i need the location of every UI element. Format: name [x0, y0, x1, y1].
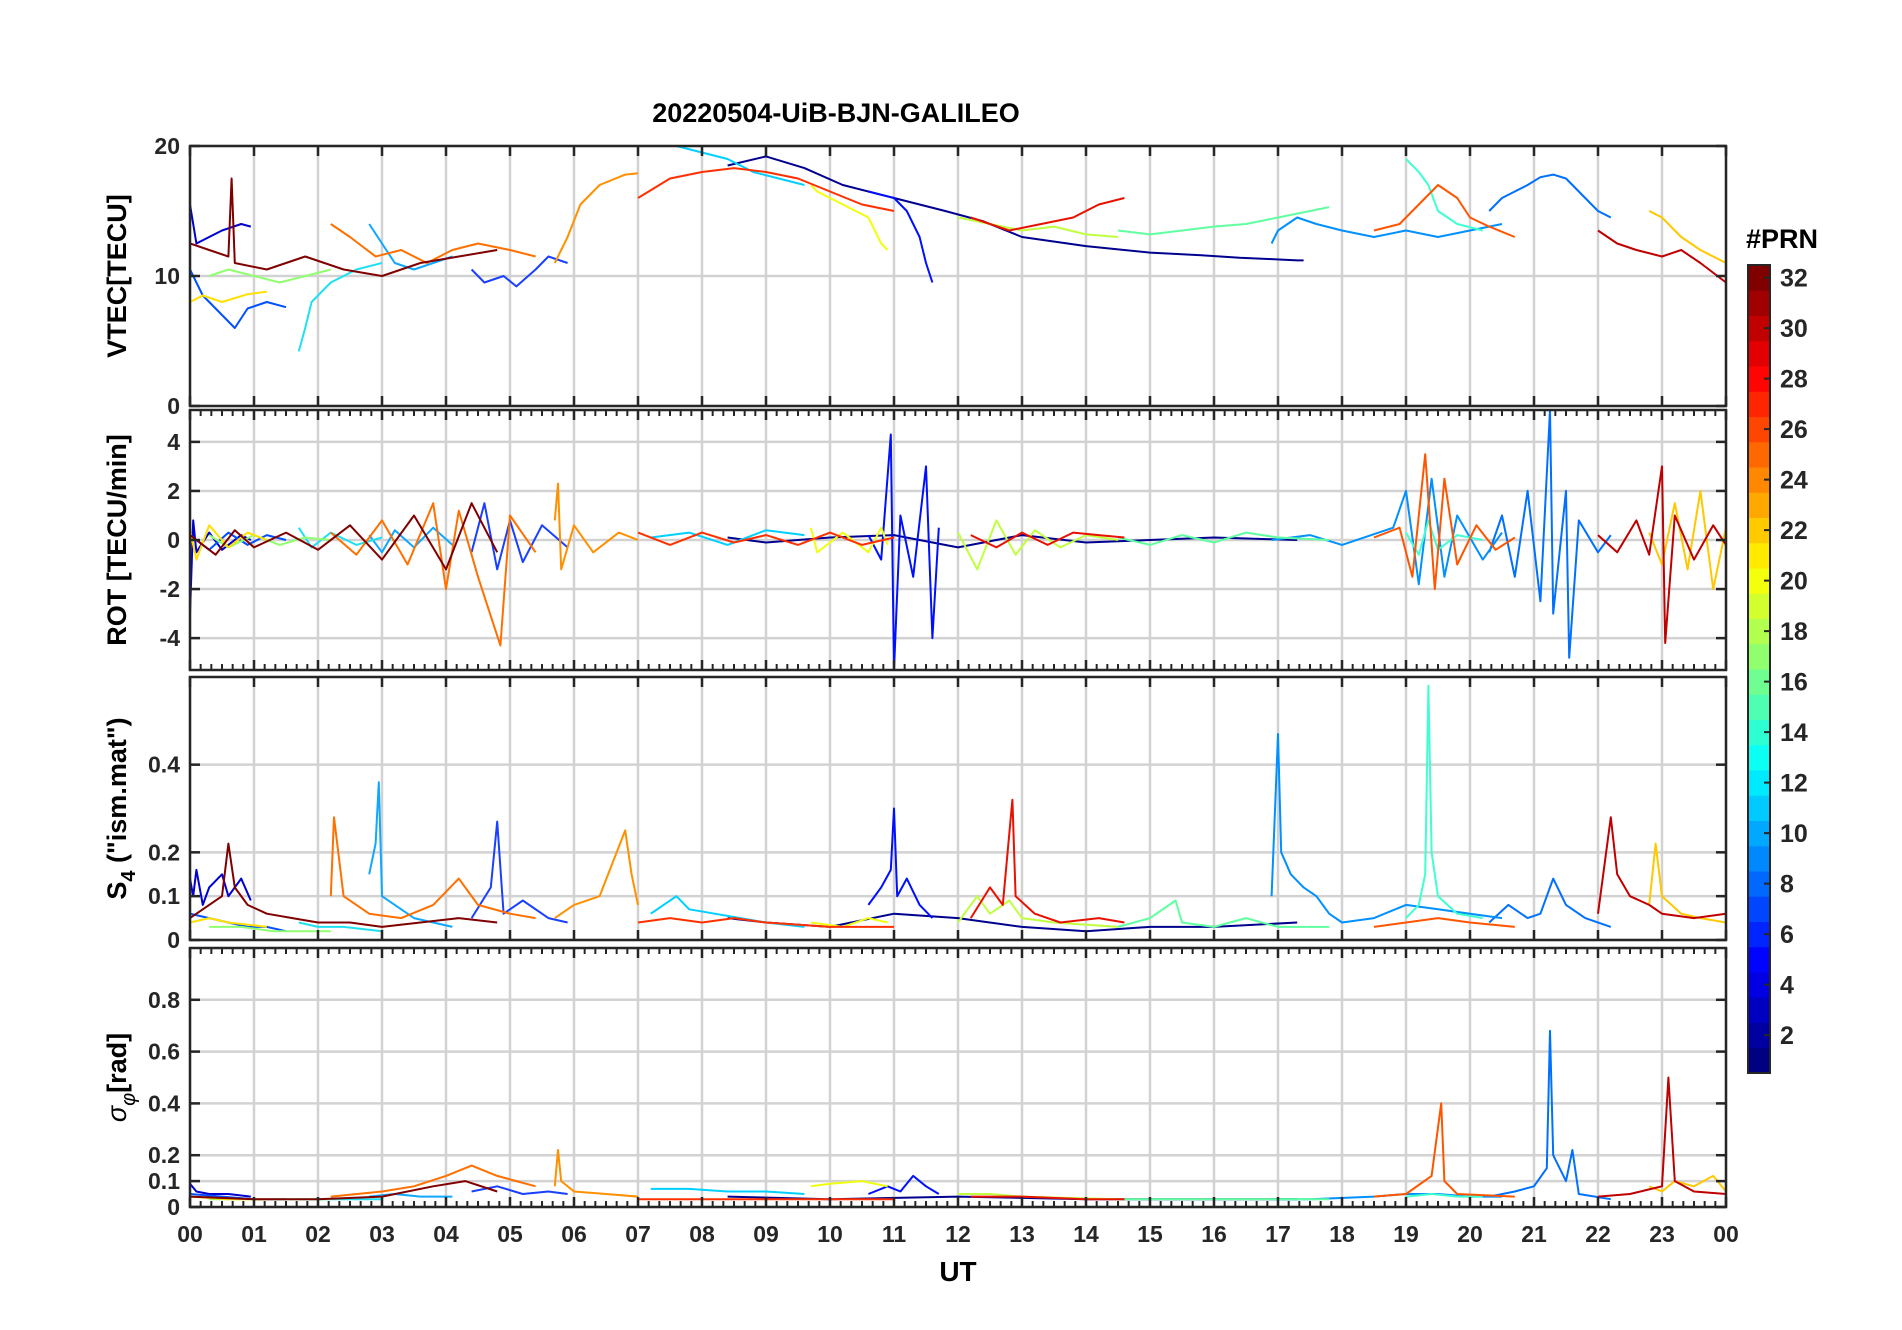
- panel-vtec: 0 10 20 VTEC[TECU]: [102, 133, 1728, 419]
- y-axis-label-rest: [rad]: [102, 1033, 132, 1093]
- y-tick-label: 0.4: [148, 752, 180, 778]
- x-tick-label: 13: [1009, 1221, 1035, 1247]
- y-axis-label-main: S: [102, 882, 132, 900]
- colorbar-tick-label: 24: [1780, 467, 1808, 495]
- y-tick-label: 0.1: [148, 883, 180, 909]
- y-tick-label: 20: [154, 133, 180, 159]
- y-tick-label: 2: [167, 478, 180, 504]
- colorbar-tick-label: 14: [1780, 719, 1808, 747]
- x-tick-label: 05: [497, 1221, 523, 1247]
- colorbar-swatch: [1748, 997, 1770, 1023]
- colorbar-swatch: [1748, 795, 1770, 821]
- y-axis-label: ROT [TECU/min]: [102, 434, 132, 645]
- y-axis-label-sub: φ: [118, 1093, 140, 1106]
- panels: 01020VTEC[TECU]-4-2024ROT [TECU/min]00.1…: [102, 133, 1739, 1247]
- colorbar-label: #PRN: [1746, 224, 1818, 254]
- x-axis-label: UT: [939, 1256, 976, 1287]
- x-tick-label: 23: [1649, 1221, 1675, 1247]
- y-axis-label-rest: ("ism.mat"): [102, 717, 132, 870]
- colorbar-swatch: [1748, 1047, 1770, 1074]
- x-tick-label: 08: [689, 1221, 715, 1247]
- colorbar: 2468101214161820222426283032#PRN: [1746, 224, 1818, 1074]
- colorbar-tick-label: 20: [1780, 568, 1808, 596]
- colorbar-tick-label: 28: [1780, 366, 1808, 394]
- y-tick-label: 0.8: [148, 987, 180, 1013]
- y-tick-label: 0.1: [148, 1168, 180, 1194]
- x-tick-label: 17: [1265, 1221, 1291, 1247]
- colorbar-swatch: [1748, 694, 1770, 720]
- x-tick-label: 20: [1457, 1221, 1483, 1247]
- colorbar-tick-label: 16: [1780, 669, 1808, 697]
- colorbar-tick-label: 10: [1780, 820, 1808, 848]
- colorbar-swatch: [1748, 643, 1770, 670]
- colorbar-tick-label: 22: [1780, 517, 1808, 545]
- y-axis-label: VTEC[TECU]: [102, 194, 132, 358]
- y-axis-label-main: σ: [102, 1104, 132, 1122]
- colorbar-swatch: [1748, 492, 1770, 518]
- colorbar-tick-label: 2: [1780, 1022, 1794, 1050]
- colorbar-swatch: [1748, 744, 1770, 771]
- x-tick-label: 14: [1073, 1221, 1099, 1247]
- x-tick-label: 04: [433, 1221, 459, 1247]
- colorbar-tick-label: 12: [1780, 770, 1808, 798]
- colorbar-swatch: [1748, 441, 1770, 468]
- panel-s4: 0 0.1 0.2 0.4 S4 ("ism.mat"): [102, 675, 1728, 953]
- y-tick-label: 10: [154, 263, 180, 289]
- x-tick-label: 22: [1585, 1221, 1611, 1247]
- y-tick-label: 0.2: [148, 839, 180, 865]
- y-tick-label: -2: [160, 576, 180, 602]
- colorbar-swatch: [1748, 542, 1770, 569]
- colorbar-swatch: [1748, 845, 1770, 872]
- x-tick-label: 10: [817, 1221, 843, 1247]
- colorbar-tick-label: 30: [1780, 315, 1808, 343]
- y-tick-label: -4: [160, 625, 181, 651]
- x-tick-label: 12: [945, 1221, 971, 1247]
- x-tick-label: 21: [1521, 1221, 1547, 1247]
- colorbar-tick-label: 4: [1780, 972, 1794, 1000]
- x-tick-label: 00: [1713, 1221, 1739, 1247]
- y-tick-label: 0: [167, 1194, 180, 1220]
- y-tick-label: 0: [167, 927, 180, 953]
- panel-rot: -4 -2 0 2 4 ROT [TECU/min]: [102, 408, 1728, 672]
- colorbar-tick-label: 6: [1780, 921, 1794, 949]
- x-tick-label: 09: [753, 1221, 779, 1247]
- x-tick-label: 16: [1201, 1221, 1227, 1247]
- y-axis-label: σφ[rad]: [102, 1033, 140, 1122]
- colorbar-tick-label: 26: [1780, 416, 1808, 444]
- colorbar-swatch: [1748, 391, 1770, 417]
- colorbar-tick-label: 18: [1780, 618, 1808, 646]
- x-tick-label: 01: [241, 1221, 267, 1247]
- y-tick-label: 0.6: [148, 1039, 180, 1065]
- x-tick-label: 11: [882, 1221, 907, 1247]
- y-axis-label: S4 ("ism.mat"): [102, 717, 140, 899]
- x-tick-label: 06: [561, 1221, 587, 1247]
- y-tick-label: 0.4: [148, 1090, 180, 1116]
- x-tick-label: 02: [305, 1221, 331, 1247]
- colorbar-swatch: [1748, 290, 1770, 316]
- colorbar-swatch: [1748, 946, 1770, 973]
- y-tick-label: 4: [167, 429, 180, 455]
- x-tick-label: 19: [1393, 1221, 1419, 1247]
- x-tick-label: 03: [369, 1221, 395, 1247]
- figure: 20220504-UiB-BJN-GALILEO 01020VTEC[TECU]…: [102, 98, 1818, 1287]
- y-tick-label: 0.2: [148, 1142, 180, 1168]
- x-tick-label: 00: [177, 1221, 203, 1247]
- x-tick-label: 07: [625, 1221, 651, 1247]
- colorbar-swatch: [1748, 593, 1770, 619]
- chart-title: 20220504-UiB-BJN-GALILEO: [652, 98, 1020, 128]
- colorbar-tick-label: 32: [1780, 265, 1808, 293]
- y-tick-label: 0: [167, 393, 180, 419]
- colorbar-swatch: [1748, 340, 1770, 367]
- x-tick-label: 15: [1137, 1221, 1163, 1247]
- colorbar-tick-label: 8: [1780, 871, 1794, 899]
- x-tick-label: 18: [1329, 1221, 1355, 1247]
- y-tick-label: 0: [167, 527, 180, 553]
- colorbar-swatch: [1748, 896, 1770, 922]
- panel-sigma: 00.10.2 0.4 0.6 0.8 σφ[rad] 00 01 02 03 04 05 06 07 0…: [102, 946, 1739, 1247]
